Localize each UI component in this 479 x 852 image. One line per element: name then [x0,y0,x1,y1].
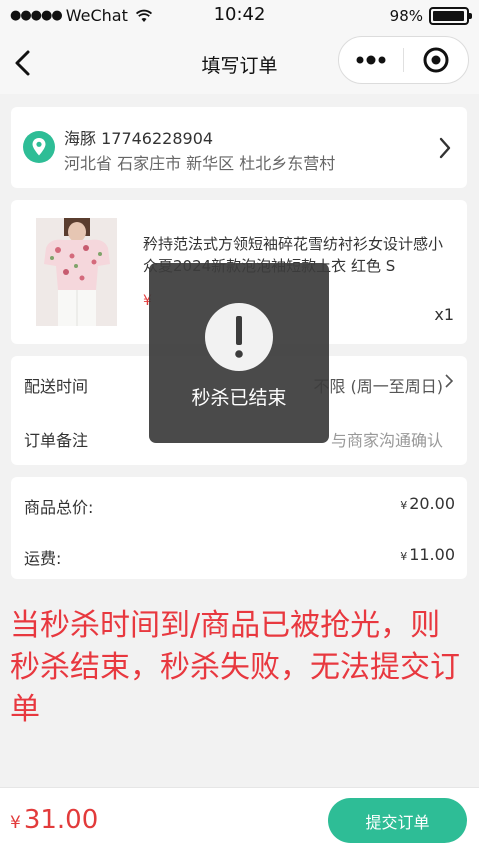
toast-message: 秒杀已结束 [191,387,287,409]
currency-symbol: ¥ [400,550,408,563]
goods-total-label: 商品总价: [24,498,94,517]
battery-percent: 98% [389,7,423,25]
order-total: ¥31.00 [10,805,98,835]
miniprogram-capsule [338,36,469,84]
annotation-text: 当秒杀时间到/商品已被抢光，则秒杀结束，秒杀失败，无法提交订单 [10,608,460,727]
product-quantity: x1 [434,305,454,324]
delivery-time-value[interactable]: 不限 (周一至周日) [313,373,443,397]
order-remark-input[interactable]: 与商家沟通确认 [331,427,443,451]
order-remark-label: 订单备注 [24,431,89,450]
address-card[interactable]: 海豚 17746228904 河北省 石家庄市 新华区 杜北乡东营村 [11,107,467,188]
blouse-photo-icon [36,218,117,326]
more-button[interactable] [339,37,403,83]
submit-order-button[interactable]: 提交订单 [328,798,467,843]
battery-icon [429,7,472,25]
goods-total-amount: 20.00 [409,494,455,513]
price-card: 商品总价: ¥20.00 运费: ¥11.00 [11,477,467,579]
bottom-bar: ¥31.00 提交订单 [0,787,479,852]
goods-total-value: ¥20.00 [400,494,455,513]
battery-level [433,11,465,21]
address-detail: 河北省 石家庄市 新华区 杜北乡东营村 [64,154,336,173]
target-close-icon [423,47,449,73]
product-image [36,218,117,326]
currency-symbol: ¥ [400,499,408,512]
status-right: 98% [389,7,472,25]
nav-bar: 填写订单 [0,32,479,94]
toast: 秒杀已结束 [149,263,329,443]
status-bar: ●●●●● WeChat 10:42 98% [0,0,479,32]
currency-symbol: ¥ [10,813,21,833]
more-dots-icon [356,55,386,65]
shipping-value: ¥11.00 [400,545,455,564]
chevron-right-icon [445,374,453,388]
chevron-right-icon [439,137,451,159]
address-name-phone: 海豚 17746228904 [64,129,214,148]
order-total-amount: 31.00 [23,805,99,835]
location-pin-icon [23,131,55,163]
shipping-amount: 11.00 [409,545,455,564]
shipping-label: 运费: [24,549,62,568]
close-miniprogram-button[interactable] [404,37,468,83]
delivery-time-label: 配送时间 [24,377,89,396]
exclamation-icon [205,303,273,371]
